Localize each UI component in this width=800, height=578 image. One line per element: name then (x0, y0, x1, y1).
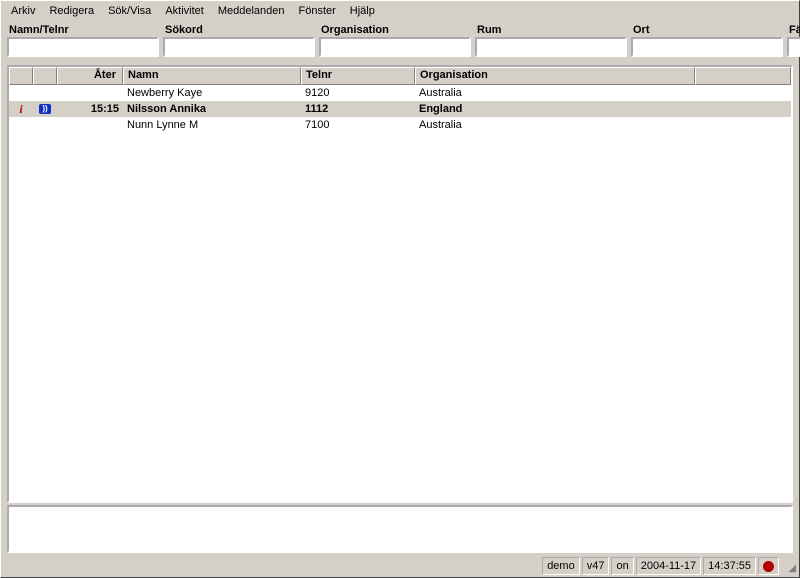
menu-meddelanden[interactable]: Meddelanden (212, 3, 291, 19)
menu-bar: Arkiv Redigera Sök/Visa Aktivitet Meddel… (1, 1, 799, 21)
cell-namn: Nunn Lynne M (123, 119, 301, 131)
search-input-ort[interactable] (631, 37, 783, 57)
col-snd[interactable] (33, 67, 57, 85)
search-label: Sökord (163, 23, 315, 37)
search-input-organisation[interactable] (319, 37, 471, 57)
search-namn-telnr: Namn/Telnr (7, 23, 159, 57)
sound-icon: )) (39, 104, 51, 114)
status-time: 14:37:55 (703, 557, 756, 575)
search-label: Rum (475, 23, 627, 37)
search-label: Organisation (319, 23, 471, 37)
cell-telnr: 9120 (301, 87, 415, 99)
table-header: Åter Namn Telnr Organisation (9, 67, 791, 85)
table-row[interactable]: Nunn Lynne M7100Australia (9, 117, 791, 133)
results-panel: Åter Namn Telnr Organisation Newberry Ka… (7, 65, 793, 503)
search-rum: Rum (475, 23, 627, 57)
menu-hjalp[interactable]: Hjälp (344, 3, 381, 19)
search-sokord: Sökord (163, 23, 315, 57)
cell-namn: Newberry Kaye (123, 87, 301, 99)
results-table: Åter Namn Telnr Organisation Newberry Ka… (7, 65, 793, 503)
search-row: Namn/Telnr Sökord Organisation Rum Ort F… (1, 21, 799, 61)
table-body: Newberry Kaye9120Australiai))15:15Nilsso… (9, 85, 791, 501)
status-week: v47 (582, 557, 610, 575)
menu-aktivitet[interactable]: Aktivitet (159, 3, 210, 19)
col-extra[interactable] (695, 67, 791, 85)
search-input-falt3[interactable] (787, 37, 800, 57)
status-bar: demo v47 on 2004-11-17 14:37:55 ◢ (1, 555, 799, 577)
col-organisation[interactable]: Organisation (415, 67, 695, 85)
search-falt3: Fält3 (787, 23, 800, 57)
col-info[interactable] (9, 67, 33, 85)
menu-arkiv[interactable]: Arkiv (5, 3, 41, 19)
col-ater[interactable]: Åter (57, 67, 123, 85)
col-namn[interactable]: Namn (123, 67, 301, 85)
search-input-rum[interactable] (475, 37, 627, 57)
notes-textarea[interactable] (7, 505, 793, 553)
table-row[interactable]: i)) 15:15Nilsson Annika1112England (9, 101, 791, 117)
cell-telnr: 1112 (301, 103, 415, 115)
sound-icon-cell: )) (33, 104, 57, 114)
cell-telnr: 7100 (301, 119, 415, 131)
search-label: Namn/Telnr (7, 23, 159, 37)
info-icon: i (9, 102, 33, 117)
cell-org: England (415, 103, 695, 115)
menu-redigera[interactable]: Redigera (43, 3, 100, 19)
search-label: Ort (631, 23, 783, 37)
cell-org: Australia (415, 119, 695, 131)
status-spacer (3, 557, 540, 575)
status-day: on (611, 557, 633, 575)
search-ort: Ort (631, 23, 783, 57)
notes-panel (7, 505, 793, 553)
search-input-namn[interactable] (7, 37, 159, 57)
cell-org: Australia (415, 87, 695, 99)
col-telnr[interactable]: Telnr (301, 67, 415, 85)
search-organisation: Organisation (319, 23, 471, 57)
search-input-sokord[interactable] (163, 37, 315, 57)
search-label: Fält3 (787, 23, 800, 37)
status-date: 2004-11-17 (636, 557, 701, 575)
status-record[interactable] (758, 557, 779, 575)
menu-sokvisa[interactable]: Sök/Visa (102, 3, 157, 19)
table-row[interactable]: Newberry Kaye9120Australia (9, 85, 791, 101)
record-icon (763, 561, 774, 572)
cell-ater: 15:15 (57, 103, 123, 115)
status-user: demo (542, 557, 580, 575)
resize-grip-icon[interactable]: ◢ (781, 557, 797, 575)
cell-namn: Nilsson Annika (123, 103, 301, 115)
menu-fonster[interactable]: Fönster (293, 3, 342, 19)
